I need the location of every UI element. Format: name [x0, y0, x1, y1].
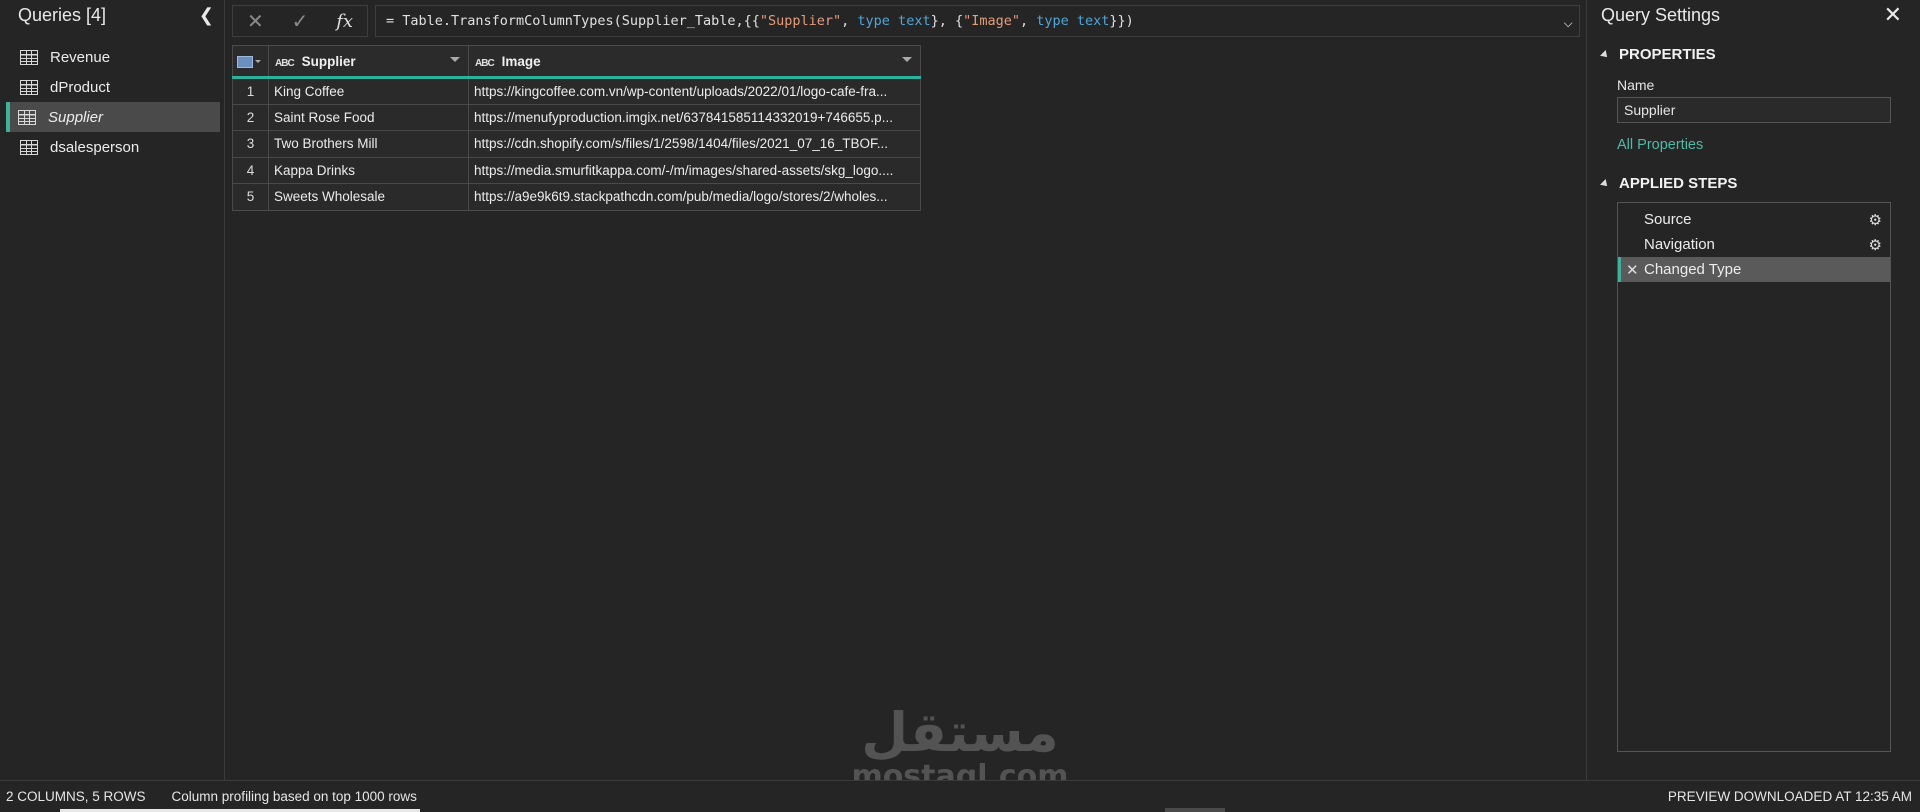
step-label: Changed Type: [1644, 261, 1742, 278]
table-menu-button[interactable]: [232, 45, 269, 79]
chevron-left-icon[interactable]: ❮: [199, 5, 214, 26]
data-grid: ABC Supplier ABC Image 1 King Coffee https…: [232, 45, 921, 211]
properties-section-toggle[interactable]: PROPERTIES: [1587, 46, 1920, 63]
table-row: 1 King Coffee https://kingcoffee.com.vn/…: [232, 77, 921, 105]
close-icon[interactable]: ✕: [1884, 2, 1902, 28]
formula-bar[interactable]: = Table.TransformColumnTypes(Supplier_Ta…: [375, 5, 1580, 37]
table-row: 3 Two Brothers Mill https://cdn.shopify.…: [232, 130, 921, 158]
chevron-down-icon[interactable]: ⌵: [1563, 12, 1573, 31]
power-query-editor: Queries [4] ❮ Revenue dProduct Supplier …: [0, 0, 1920, 812]
settings-title: Query Settings: [1601, 4, 1721, 25]
step-navigation[interactable]: Navigation ⚙: [1618, 232, 1890, 257]
formula-keyword: type text: [857, 13, 931, 29]
query-item-dsalesperson[interactable]: dsalesperson: [6, 132, 220, 162]
formula-keyword: type text: [1036, 13, 1110, 29]
query-item-supplier[interactable]: Supplier: [6, 102, 220, 132]
column-header-label: Supplier: [301, 53, 356, 69]
cell-supplier[interactable]: Two Brothers Mill: [268, 130, 469, 158]
table-row: 2 Saint Rose Food https://menufyproducti…: [232, 103, 921, 131]
step-label: Source: [1644, 211, 1692, 228]
queries-header: Queries [4] ❮: [0, 0, 224, 30]
formula-text: }}): [1109, 13, 1134, 29]
table-row: 5 Sweets Wholesale https://a9e9k6t9.stac…: [232, 183, 921, 211]
formula-text: ,: [1020, 13, 1037, 29]
table-icon: [18, 109, 36, 125]
query-label: Revenue: [50, 48, 111, 66]
query-label: dProduct: [50, 78, 111, 96]
formula-text: = Table.TransformColumnTypes(Supplier_Ta…: [386, 13, 760, 29]
column-header-supplier[interactable]: ABC Supplier: [268, 45, 469, 79]
cell-image[interactable]: https://cdn.shopify.com/s/files/1/2598/1…: [468, 130, 921, 158]
step-changed-type[interactable]: ✕ Changed Type: [1618, 257, 1890, 282]
query-item-revenue[interactable]: Revenue: [6, 42, 220, 72]
formula-tools: ✕ ✓ fx: [232, 5, 368, 37]
name-label: Name: [1617, 77, 1655, 93]
query-item-dproduct[interactable]: dProduct: [6, 72, 220, 102]
cell-image[interactable]: https://media.smurfitkappa.com/-/m/image…: [468, 156, 921, 184]
query-label: Supplier: [48, 108, 104, 126]
all-properties-link[interactable]: All Properties: [1617, 137, 1920, 153]
text-type-icon[interactable]: ABC: [475, 58, 495, 69]
query-list: Revenue dProduct Supplier dsalesperson: [0, 42, 224, 162]
filter-dropdown-icon[interactable]: [902, 57, 912, 62]
formula-text: ,: [841, 13, 858, 29]
formula-string: "Supplier": [759, 13, 842, 29]
table-icon: [237, 55, 253, 68]
column-header-label: Image: [501, 53, 541, 69]
cell-supplier[interactable]: Kappa Drinks: [268, 156, 469, 184]
gear-icon[interactable]: ⚙: [1869, 211, 1882, 229]
chevron-down-icon: [255, 60, 261, 64]
header-row: ABC Supplier ABC Image: [232, 45, 921, 79]
status-dimensions: 2 COLUMNS, 5 ROWS: [6, 789, 146, 804]
horizontal-scrollbar[interactable]: [1165, 808, 1225, 812]
close-icon[interactable]: ✕: [247, 9, 264, 34]
row-number[interactable]: 3: [232, 130, 269, 158]
row-number[interactable]: 4: [232, 156, 269, 184]
table-row: 4 Kappa Drinks https://media.smurfitkapp…: [232, 156, 921, 184]
step-label: Navigation: [1644, 236, 1715, 253]
settings-header: Query Settings ✕: [1587, 0, 1920, 30]
table-icon: [20, 139, 38, 155]
fx-button[interactable]: fx: [336, 11, 353, 32]
applied-steps-list: Source ⚙ Navigation ⚙ ✕ Changed Type: [1617, 202, 1891, 752]
cell-supplier[interactable]: King Coffee: [268, 77, 469, 105]
status-bar: 2 COLUMNS, 5 ROWS Column profiling based…: [0, 780, 1920, 812]
query-settings-pane: Query Settings ✕ PROPERTIES Name All Pro…: [1586, 0, 1920, 780]
formula-string: "Image": [963, 13, 1020, 29]
cell-image[interactable]: https://kingcoffee.com.vn/wp-content/upl…: [468, 77, 921, 105]
table-icon: [20, 79, 38, 95]
collapse-triangle-icon: [1600, 178, 1610, 189]
cell-image[interactable]: https://a9e9k6t9.stackpathcdn.com/pub/me…: [468, 183, 921, 211]
filter-dropdown-icon[interactable]: [450, 57, 460, 62]
status-profiling[interactable]: Column profiling based on top 1000 rows: [172, 789, 417, 804]
cell-image[interactable]: https://menufyproduction.imgix.net/63784…: [468, 103, 921, 131]
row-number[interactable]: 5: [232, 183, 269, 211]
properties-heading: PROPERTIES: [1619, 46, 1716, 63]
collapse-triangle-icon: [1600, 49, 1610, 60]
step-source[interactable]: Source ⚙: [1618, 207, 1890, 232]
queries-pane: Queries [4] ❮ Revenue dProduct Supplier …: [0, 0, 225, 780]
gear-icon[interactable]: ⚙: [1869, 236, 1882, 254]
check-icon[interactable]: ✓: [292, 9, 309, 34]
cell-supplier[interactable]: Sweets Wholesale: [268, 183, 469, 211]
applied-steps-section-toggle[interactable]: APPLIED STEPS: [1587, 175, 1920, 192]
watermark-arabic: مستقل: [861, 701, 1059, 764]
text-type-icon[interactable]: ABC: [275, 58, 295, 69]
applied-steps-heading: APPLIED STEPS: [1619, 175, 1738, 192]
cell-supplier[interactable]: Saint Rose Food: [268, 103, 469, 131]
delete-step-icon[interactable]: ✕: [1626, 261, 1639, 279]
query-label: dsalesperson: [50, 138, 140, 156]
table-icon: [20, 49, 38, 65]
status-preview-time: PREVIEW DOWNLOADED AT 12:35 AM: [1667, 789, 1912, 804]
query-name-input[interactable]: [1617, 97, 1891, 123]
row-number[interactable]: 1: [232, 77, 269, 105]
row-number[interactable]: 2: [232, 103, 269, 131]
queries-title: Queries [4]: [18, 4, 107, 25]
column-header-image[interactable]: ABC Image: [468, 45, 921, 79]
formula-text: }, {: [930, 13, 964, 29]
